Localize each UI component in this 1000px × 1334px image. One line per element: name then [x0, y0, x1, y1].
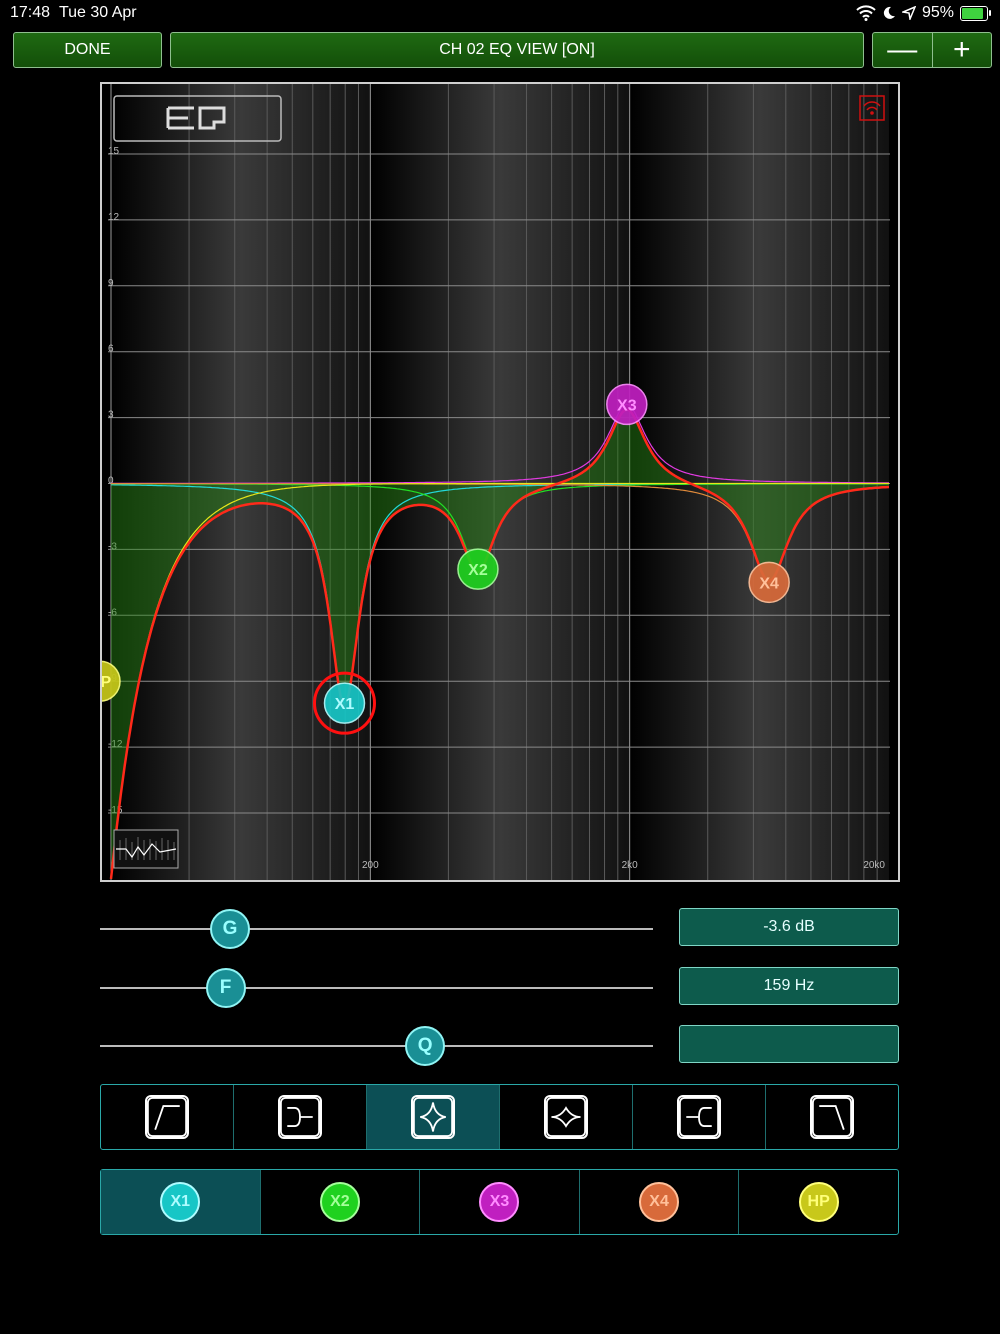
- frequency-value-field[interactable]: 159 Hz: [679, 967, 899, 1005]
- q-value-field[interactable]: [679, 1025, 899, 1063]
- x2-band-knob: X2: [319, 1182, 360, 1222]
- gain-tick-label: 3: [108, 410, 114, 421]
- hp-band-knob: HP: [798, 1182, 839, 1222]
- done-button[interactable]: DONE: [13, 32, 162, 68]
- freq-tick-label: 200: [362, 860, 379, 871]
- low-shelf-icon: [278, 1095, 322, 1139]
- band-tab-x4[interactable]: X4: [580, 1170, 740, 1234]
- q-slider[interactable]: Q: [100, 1026, 653, 1066]
- frequency-slider-knob[interactable]: F: [205, 968, 246, 1008]
- battery-icon: [960, 5, 991, 21]
- filter-type-high-cut[interactable]: [766, 1085, 898, 1149]
- x3-band-node[interactable]: X3: [606, 383, 648, 426]
- gain-tick-label: 6: [108, 344, 114, 355]
- x1-node-label: X1: [335, 696, 355, 713]
- filter-type-notch[interactable]: [500, 1085, 633, 1149]
- gain-value-field[interactable]: -3.6 dB: [679, 908, 899, 946]
- high-cut-icon: [810, 1095, 854, 1139]
- frequency-slider-track[interactable]: [100, 987, 653, 989]
- x4-band-knob: X4: [639, 1182, 680, 1222]
- status-time: 17:48 Tue 30 Apr: [10, 4, 137, 21]
- band-tab-hp[interactable]: HP: [739, 1170, 898, 1234]
- gain-tick-label: 9: [108, 278, 114, 289]
- wifi-icon: [856, 5, 876, 21]
- notch-icon: [544, 1095, 588, 1139]
- band-tab-x1[interactable]: X1: [101, 1170, 261, 1234]
- status-bar: 17:48 Tue 30 Apr 95%: [0, 0, 1000, 28]
- band-tab-x2[interactable]: X2: [261, 1170, 421, 1234]
- x1-band-knob: X1: [160, 1182, 201, 1222]
- q-slider-knob[interactable]: Q: [405, 1026, 446, 1066]
- filter-type-peak[interactable]: [367, 1085, 500, 1149]
- freq-tick-label: 20k0: [863, 860, 885, 871]
- spectrum-thumbnail-icon[interactable]: [113, 829, 179, 869]
- gain-tick-label: 15: [108, 146, 120, 157]
- filter-type-high-shelf[interactable]: [633, 1085, 766, 1149]
- plus-button[interactable]: +: [933, 33, 992, 67]
- x4-node-label: X4: [759, 575, 779, 592]
- q-slider-track[interactable]: [100, 1045, 653, 1047]
- filter-type-low-cut[interactable]: [101, 1085, 234, 1149]
- filter-type-selector: [100, 1084, 899, 1150]
- frequency-slider[interactable]: F: [100, 968, 653, 1008]
- x2-band-node[interactable]: X2: [457, 548, 499, 590]
- low-cut-icon: [145, 1095, 189, 1139]
- decade-band: [111, 84, 371, 880]
- band-selector: X1 X2 X3 X4 HP: [100, 1169, 899, 1235]
- x3-band-knob: X3: [479, 1182, 520, 1222]
- band-tab-x3[interactable]: X3: [420, 1170, 580, 1234]
- gain-slider-track[interactable]: [100, 928, 653, 930]
- gain-tick-label: 12: [108, 212, 120, 223]
- x2-node-label: X2: [468, 562, 488, 579]
- gain-slider-knob[interactable]: G: [209, 909, 250, 949]
- eq-graph[interactable]: 15129630-3-6-9-12-15 202002k020k0 X1X2X3…: [100, 82, 900, 882]
- battery-percent: 95%: [921, 4, 954, 21]
- filter-type-low-shelf[interactable]: [234, 1085, 367, 1149]
- minus-button[interactable]: —: [873, 33, 933, 67]
- x3-node-label: X3: [617, 397, 637, 414]
- freq-tick-label: 2k0: [622, 860, 639, 871]
- location-icon: [901, 6, 916, 20]
- zoom-stepper: — +: [872, 32, 992, 68]
- peak-eq-icon: [411, 1095, 455, 1139]
- x4-band-node[interactable]: X4: [748, 561, 790, 604]
- eq-view-title-button[interactable]: CH 02 EQ VIEW [ON]: [170, 32, 864, 68]
- gain-slider[interactable]: G: [100, 909, 653, 949]
- moon-icon: [883, 6, 895, 19]
- high-shelf-icon: [677, 1095, 721, 1139]
